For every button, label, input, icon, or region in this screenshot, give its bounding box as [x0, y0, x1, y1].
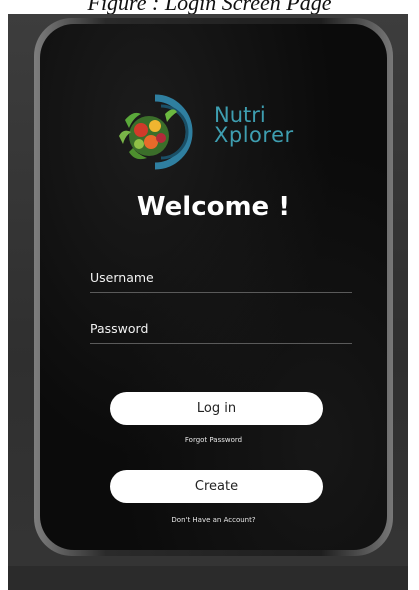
no-account-link[interactable]: Don't Have an Account?	[40, 516, 387, 524]
logo-line-1: Nutri	[214, 103, 266, 127]
password-field[interactable]: Password	[90, 317, 356, 345]
password-input[interactable]	[90, 317, 356, 345]
phone-screen: Nutri Xplorer Welcome ! Username Passwor…	[40, 24, 387, 550]
username-input[interactable]	[90, 266, 356, 294]
create-account-button[interactable]: Create	[110, 470, 323, 503]
username-field[interactable]: Username	[90, 266, 356, 294]
login-button[interactable]: Log in	[110, 392, 323, 425]
app-logo-text: Nutri Xplorer	[214, 103, 294, 147]
forgot-password-link[interactable]: Forgot Password	[40, 436, 387, 444]
welcome-heading: Welcome !	[136, 192, 291, 222]
logo-line-2: Xplorer	[214, 123, 294, 147]
nutrixplorer-logo-icon	[119, 94, 193, 170]
bottom-strip	[8, 566, 408, 590]
